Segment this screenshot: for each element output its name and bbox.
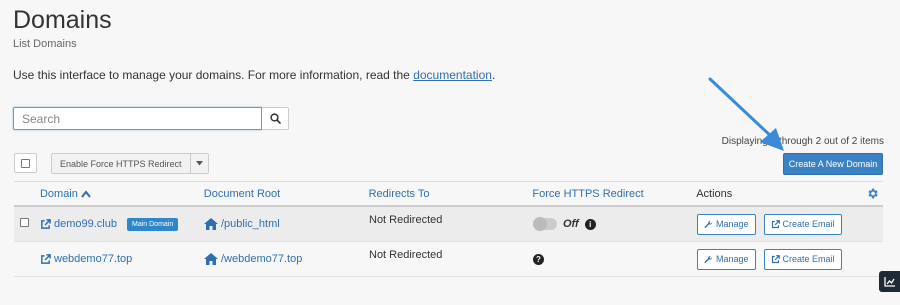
side-stats-tab[interactable] [879, 271, 900, 292]
column-header-domain[interactable]: Domain [40, 188, 204, 200]
home-icon [204, 218, 218, 230]
documentation-link[interactable]: documentation [413, 68, 492, 82]
checkbox-box [21, 158, 30, 168]
page-title: Domains [13, 6, 112, 34]
wrench-icon [704, 220, 713, 228]
document-root-cell: /public_html [204, 218, 369, 230]
force-https-cell: Off i [533, 217, 697, 231]
table-row: webdemo77.top /webdemo77.top Not Redirec… [14, 242, 883, 277]
chevron-down-icon[interactable] [190, 153, 209, 174]
redirect-cell: Not Redirected [369, 249, 443, 261]
page-subtitle: List Domains [13, 38, 77, 50]
external-link-icon [41, 253, 51, 264]
domains-table: Domain Document Root Redirects To Force … [14, 181, 883, 277]
row-checkbox[interactable] [20, 218, 29, 227]
document-root-link[interactable]: /public_html [221, 218, 280, 230]
force-https-toggle[interactable] [533, 217, 557, 231]
manage-button[interactable]: Manage [697, 248, 756, 270]
main-domain-badge: Main Domain [127, 217, 179, 231]
gear-icon[interactable] [866, 187, 879, 200]
actions-cell: Manage Create Email [697, 248, 867, 270]
domain-link[interactable]: webdemo77.top [54, 253, 132, 265]
info-icon[interactable]: i [584, 218, 596, 230]
create-email-label: Create Email [782, 219, 835, 229]
manage-label: Manage [716, 254, 749, 264]
domain-cell: webdemo77.top [40, 253, 204, 265]
sort-ascending-icon [81, 189, 91, 198]
table-header: Domain Document Root Redirects To Force … [14, 181, 883, 207]
document-root-link[interactable]: /webdemo77.top [221, 253, 302, 265]
column-header-actions: Actions [696, 187, 733, 200]
external-link-icon [771, 219, 780, 228]
home-icon [204, 253, 218, 265]
external-link-icon [771, 254, 780, 263]
column-header-domain-label: Domain [39, 187, 78, 200]
domain-cell: demo99.club Main Domain [40, 217, 204, 231]
domain-link[interactable]: demo99.club [54, 218, 117, 230]
bulk-action-label: Enable Force HTTPS Redirect [51, 153, 191, 174]
table-row: demo99.club Main Domain /public_html Not… [14, 207, 883, 242]
column-header-document-root[interactable]: Document Root [204, 188, 369, 200]
force-https-cell: ? [533, 253, 697, 265]
redirect-cell: Not Redirected [369, 214, 443, 226]
manage-button[interactable]: Manage [697, 213, 756, 235]
column-header-redirects[interactable]: Redirects To [369, 188, 533, 200]
document-root-cell: /webdemo77.top [204, 253, 369, 265]
annotation-arrow [708, 77, 784, 151]
create-domain-button[interactable]: Create A New Domain [783, 153, 883, 175]
actions-cell: Manage Create Email [697, 213, 867, 235]
external-link-icon [41, 218, 51, 229]
search-bar [13, 107, 289, 130]
select-all-checkbox[interactable] [14, 153, 37, 173]
search-input[interactable] [13, 107, 262, 130]
question-icon[interactable]: ? [533, 253, 544, 265]
wrench-icon [704, 255, 713, 263]
toggle-state-label: Off [563, 218, 579, 230]
column-header-force-https[interactable]: Force HTTPS Redirect [532, 188, 696, 200]
intro-text: Use this interface to manage your domain… [13, 68, 495, 82]
create-email-button[interactable]: Create Email [763, 213, 842, 235]
create-email-button[interactable]: Create Email [763, 248, 842, 270]
bulk-action-dropdown[interactable]: Enable Force HTTPS Redirect [51, 153, 209, 174]
intro-suffix: . [491, 68, 496, 82]
display-count: Displaying 1 through 2 out of 2 items [721, 136, 884, 147]
row-checkbox-cell [14, 218, 40, 230]
create-email-label: Create Email [782, 254, 835, 264]
chart-icon [884, 276, 895, 287]
search-button[interactable] [262, 107, 289, 130]
intro-body: Use this interface to manage your domain… [13, 68, 414, 82]
search-icon [269, 113, 281, 124]
settings-cell [866, 187, 883, 200]
manage-label: Manage [716, 219, 749, 229]
